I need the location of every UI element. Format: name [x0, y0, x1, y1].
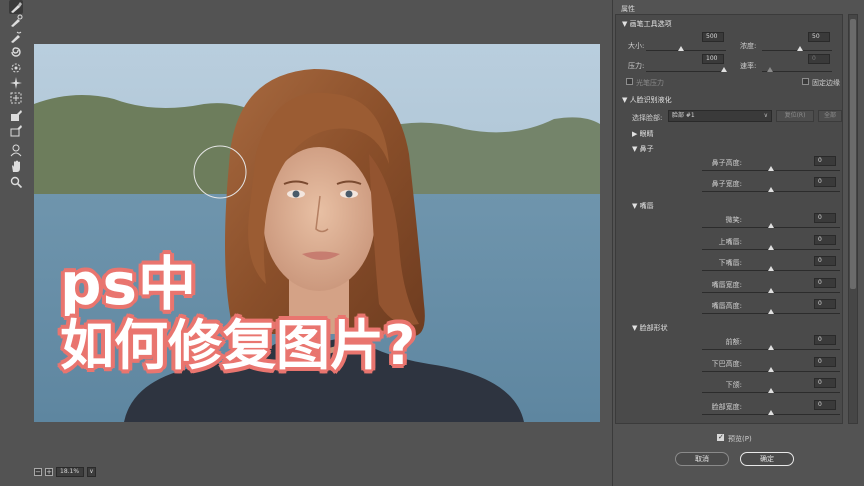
thaw-mask-tool-icon[interactable]: [9, 124, 23, 138]
select-face-value: 脸部 #1: [672, 112, 695, 119]
slider-value-field[interactable]: 0: [814, 256, 836, 266]
ok-button[interactable]: 确定: [740, 452, 794, 466]
rate-slider-knob[interactable]: [767, 67, 773, 72]
zoom-tool-icon[interactable]: [9, 175, 23, 189]
mouth-group-header[interactable]: ▼ 嘴唇: [632, 201, 654, 211]
face-shape-group-header[interactable]: ▼ 脸部形状: [632, 323, 668, 333]
preview-checkbox[interactable]: [717, 433, 724, 441]
slider-value-field[interactable]: 0: [814, 299, 836, 309]
zoom-value-field[interactable]: 18.1%: [56, 467, 84, 477]
density-label: 浓度:: [740, 42, 757, 50]
nose-group-header[interactable]: ▼ 鼻子: [632, 144, 654, 154]
slider-label: 下颌:: [725, 381, 742, 389]
slider-label: 嘴唇高度:: [711, 302, 742, 310]
slider-knob[interactable]: [768, 409, 774, 415]
face-aware-liquify-header[interactable]: ▼ 人脸识别液化: [622, 95, 672, 105]
slider-knob[interactable]: [768, 366, 774, 372]
chevron-down-icon: ∨: [763, 112, 768, 119]
reset-button[interactable]: 复位(R): [776, 110, 814, 122]
slider-label: 嘴唇宽度:: [711, 280, 742, 289]
pucker-tool-icon[interactable]: [9, 61, 23, 75]
slider-knob[interactable]: [768, 244, 774, 250]
slider-knob[interactable]: [768, 187, 774, 192]
slider-label: 下巴高度:: [711, 359, 742, 368]
slider-knob[interactable]: [768, 309, 774, 314]
smooth-tool-icon[interactable]: [9, 30, 23, 44]
zoom-out-button[interactable]: −: [34, 468, 42, 476]
size-field[interactable]: 500: [702, 32, 724, 42]
slider-knob[interactable]: [768, 388, 774, 393]
select-face-dropdown[interactable]: 脸部 #1 ∨: [668, 110, 772, 122]
slider-label: 鼻子宽度:: [711, 180, 742, 188]
pin-edges-label: 固定边缘: [812, 79, 840, 87]
bloat-tool-icon[interactable]: [9, 76, 23, 90]
size-slider-knob[interactable]: [678, 46, 684, 51]
panel-scrollbar[interactable]: [844, 0, 864, 486]
slider-knob[interactable]: [768, 166, 774, 171]
twirl-tool-icon[interactable]: [9, 45, 23, 59]
slider-knob[interactable]: [768, 287, 774, 293]
slider-label: 上嘴唇:: [718, 237, 742, 246]
rate-field[interactable]: 0: [808, 54, 830, 64]
hand-tool-icon[interactable]: [9, 159, 23, 173]
pressure-field[interactable]: 100: [702, 54, 724, 64]
pin-edges-checkbox[interactable]: [802, 78, 809, 85]
slider-value-field[interactable]: 0: [814, 356, 836, 367]
slider-label: 鼻子高度:: [711, 159, 742, 167]
slider-value-field[interactable]: 0: [814, 234, 836, 245]
slider-value-field[interactable]: 0: [814, 399, 836, 410]
eyes-group-header[interactable]: ▶ 眼睛: [632, 129, 654, 139]
freeze-mask-tool-icon[interactable]: [9, 109, 23, 123]
slider-knob[interactable]: [768, 345, 774, 350]
cancel-button[interactable]: 取消: [675, 452, 729, 466]
panel-title: 属性: [621, 5, 635, 13]
slider-value-field[interactable]: 0: [814, 378, 836, 388]
select-face-label: 选择脸部:: [632, 114, 663, 122]
brush-options-header[interactable]: ▼ 画笔工具选项: [622, 19, 672, 29]
density-field[interactable]: 50: [808, 32, 830, 42]
caption-line-1: ps中: [60, 250, 198, 318]
properties-scroll-area[interactable]: ▼ 画笔工具选项 大小: 500 浓度: 50 压力: 100 速率: 0 光笔…: [615, 14, 843, 424]
face-tool-icon[interactable]: [9, 143, 23, 157]
slider-value-field[interactable]: 0: [814, 335, 836, 345]
size-label: 大小:: [628, 42, 645, 50]
rate-label: 速率:: [740, 62, 757, 70]
slider-knob[interactable]: [768, 266, 774, 271]
scrollbar-thumb[interactable]: [850, 19, 856, 289]
overlay-caption: ps中 如何修复图片?: [60, 255, 415, 373]
canvas-area[interactable]: ps中 如何修复图片? − + 18.1% ∨: [30, 0, 608, 486]
pressure-slider-track[interactable]: [646, 71, 726, 72]
zoom-controls: − + 18.1% ∨: [34, 466, 96, 478]
pressure-label: 压力:: [628, 62, 645, 70]
forward-warp-tool-icon[interactable]: [9, 0, 23, 14]
slider-label: 脸部宽度:: [711, 402, 742, 411]
density-slider-knob[interactable]: [797, 46, 803, 51]
zoom-in-button[interactable]: +: [45, 468, 53, 476]
slider-label: 微笑:: [725, 216, 742, 224]
tools-panel: [0, 0, 30, 486]
slider-value-field[interactable]: 0: [814, 277, 836, 288]
all-button[interactable]: 全部: [818, 110, 842, 122]
push-left-tool-icon[interactable]: [9, 91, 23, 105]
slider-value-field[interactable]: 0: [814, 177, 836, 187]
properties-panel: 属性 ▼ 画笔工具选项 大小: 500 浓度: 50 压力: 100 速率: 0…: [612, 0, 844, 486]
reconstruct-tool-icon[interactable]: [9, 14, 23, 28]
pressure-slider-knob[interactable]: [721, 67, 727, 72]
zoom-dropdown-button[interactable]: ∨: [87, 467, 96, 477]
slider-label: 前额:: [725, 338, 742, 346]
slider-value-field[interactable]: 0: [814, 156, 836, 166]
stylus-pressure-checkbox[interactable]: [626, 78, 633, 85]
stylus-pressure-label: 光笔压力: [636, 79, 664, 87]
slider-value-field[interactable]: 0: [814, 213, 836, 223]
size-slider-track[interactable]: [646, 50, 726, 51]
scrollbar-track[interactable]: [848, 14, 858, 424]
slider-label: 下嘴唇:: [718, 259, 742, 267]
preview-label: 预览(P): [728, 435, 752, 443]
slider-knob[interactable]: [768, 223, 774, 228]
caption-line-2: 如何修复图片?: [60, 314, 416, 377]
